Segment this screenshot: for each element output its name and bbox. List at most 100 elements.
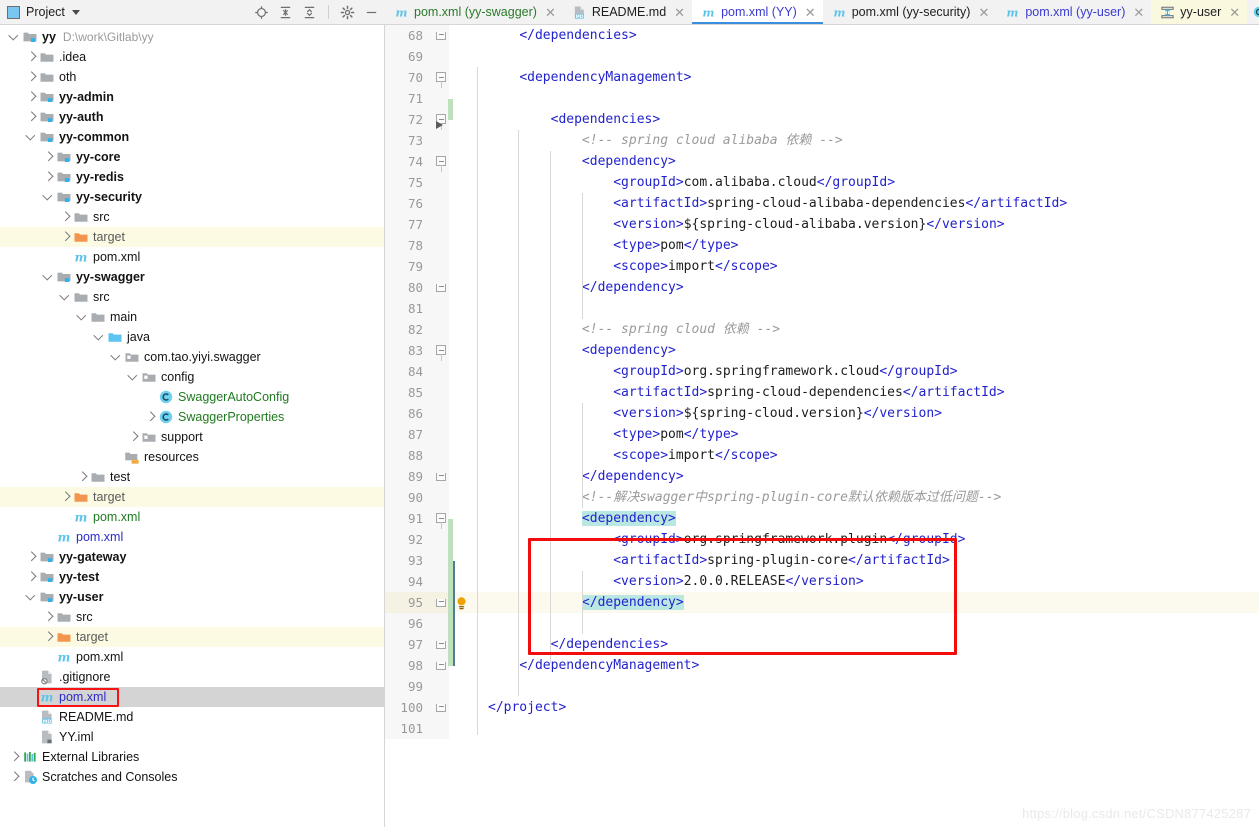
fold-gutter[interactable] (432, 235, 449, 256)
close-icon[interactable]: ✕ (674, 6, 685, 19)
tree-row[interactable]: MD README.md (0, 707, 384, 727)
minimize-icon[interactable] (364, 5, 379, 20)
fold-gutter[interactable] (432, 445, 449, 466)
fold-collapse-icon[interactable] (436, 72, 446, 94)
code-text[interactable]: </dependency> (477, 466, 1259, 487)
tree-row[interactable]: Scratches and Consoles (0, 767, 384, 787)
fold-gutter[interactable] (432, 571, 449, 592)
tree-row[interactable]: yy-auth (0, 107, 384, 127)
annotation-gutter[interactable] (449, 298, 477, 319)
code-line[interactable]: 73 <!-- spring cloud alibaba 依赖 --> (385, 130, 1259, 151)
editor-tab[interactable]: yy-user ✕ (1151, 0, 1248, 24)
fold-gutter[interactable] (432, 634, 449, 655)
tree-row[interactable]: test (0, 467, 384, 487)
fold-gutter[interactable] (432, 298, 449, 319)
fold-end-icon[interactable] (436, 32, 446, 40)
code-line[interactable]: 80 </dependency> (385, 277, 1259, 298)
fold-end-icon[interactable] (436, 641, 446, 649)
code-line[interactable]: 79 <scope>import</scope> (385, 256, 1259, 277)
annotation-gutter[interactable] (449, 130, 477, 151)
code-text[interactable]: <dependency> (477, 508, 1259, 529)
code-line[interactable]: 68 </dependencies> (385, 25, 1259, 46)
editor-tab[interactable]: m pom.xml (yy-security) ✕ (823, 0, 997, 24)
chevron-right-icon[interactable] (8, 771, 21, 784)
tree-row[interactable]: src (0, 607, 384, 627)
tree-row[interactable]: main (0, 307, 384, 327)
fold-gutter[interactable] (432, 172, 449, 193)
annotation-gutter[interactable] (449, 214, 477, 235)
tree-row[interactable]: yy-redis (0, 167, 384, 187)
code-line[interactable]: 96 (385, 613, 1259, 634)
annotation-gutter[interactable] (449, 67, 477, 88)
tree-row[interactable]: External Libraries (0, 747, 384, 767)
annotation-gutter[interactable] (449, 235, 477, 256)
code-line[interactable]: 83 <dependency> (385, 340, 1259, 367)
fold-gutter[interactable] (432, 592, 449, 613)
close-icon[interactable]: ✕ (1229, 6, 1240, 19)
code-line[interactable]: 86 <version>${spring-cloud.version}</ver… (385, 403, 1259, 424)
code-text[interactable]: <groupId>org.springframework.plugin</gro… (477, 529, 1259, 550)
expand-all-icon[interactable] (278, 5, 293, 20)
code-line[interactable]: 94 <version>2.0.0.RELEASE</version> (385, 571, 1259, 592)
tree-row[interactable]: yy-security (0, 187, 384, 207)
fold-gutter[interactable] (432, 529, 449, 550)
annotation-gutter[interactable] (449, 151, 477, 172)
code-text[interactable]: <artifactId>spring-cloud-alibaba-depende… (477, 193, 1259, 214)
code-line[interactable]: 93 <artifactId>spring-plugin-core</artif… (385, 550, 1259, 571)
code-text[interactable]: <!-- spring cloud 依赖 --> (477, 319, 1259, 340)
chevron-down-icon[interactable] (110, 351, 123, 364)
annotation-gutter[interactable] (449, 319, 477, 340)
chevron-right-icon[interactable] (42, 611, 55, 624)
fold-gutter[interactable] (432, 382, 449, 403)
tree-row[interactable]: m pom.xml (0, 687, 384, 707)
project-title-group[interactable]: Project (7, 5, 80, 19)
fold-gutter[interactable] (432, 466, 449, 487)
annotation-gutter[interactable] (449, 109, 477, 130)
tree-row[interactable]: yy-test (0, 567, 384, 587)
code-text[interactable]: <dependencies> (477, 109, 1259, 130)
fold-gutter[interactable] (432, 361, 449, 382)
editor-tab[interactable]: m pom.xml (YY) ✕ (692, 0, 823, 24)
tree-row[interactable]: .idea (0, 47, 384, 67)
fold-collapse-icon[interactable] (436, 156, 446, 178)
tree-row[interactable]: config (0, 367, 384, 387)
close-icon[interactable]: ✕ (978, 6, 989, 19)
close-icon[interactable]: ✕ (1133, 6, 1144, 19)
chevron-down-icon[interactable] (127, 371, 140, 384)
close-icon[interactable]: ✕ (805, 6, 816, 19)
fold-gutter[interactable] (432, 487, 449, 508)
fold-gutter[interactable] (432, 403, 449, 424)
chevron-down-icon[interactable] (71, 9, 80, 15)
tree-row[interactable]: yy-user (0, 587, 384, 607)
annotation-gutter[interactable] (449, 676, 477, 697)
tree-row[interactable]: m pom.xml (0, 507, 384, 527)
tree-row[interactable]: m pom.xml (0, 247, 384, 267)
code-line[interactable]: 101 (385, 718, 1259, 739)
code-line[interactable]: 92 <groupId>org.springframework.plugin</… (385, 529, 1259, 550)
code-text[interactable]: </dependency> (477, 277, 1259, 298)
code-line[interactable]: 75 <groupId>com.alibaba.cloud</groupId> (385, 172, 1259, 193)
collapse-all-icon[interactable] (302, 5, 317, 20)
code-line[interactable]: 89 </dependency> (385, 466, 1259, 487)
code-text[interactable]: <version>${spring-cloud-alibaba.version}… (477, 214, 1259, 235)
fold-end-icon[interactable] (436, 599, 446, 607)
chevron-right-icon[interactable] (25, 51, 38, 64)
tree-row[interactable]: yy-common (0, 127, 384, 147)
code-line[interactable]: 99 (385, 676, 1259, 697)
annotation-gutter[interactable] (449, 88, 477, 109)
code-line[interactable]: 77 <version>${spring-cloud-alibaba.versi… (385, 214, 1259, 235)
annotation-gutter[interactable] (449, 508, 477, 529)
annotation-gutter[interactable] (449, 445, 477, 466)
code-text[interactable]: <!-- spring cloud alibaba 依赖 --> (477, 130, 1259, 151)
code-line[interactable]: 71 (385, 88, 1259, 109)
code-text[interactable]: <dependency> (477, 151, 1259, 172)
code-text[interactable]: <dependency> (477, 340, 1259, 361)
chevron-down-icon[interactable] (25, 131, 38, 144)
code-text[interactable]: <version>${spring-cloud.version}</versio… (477, 403, 1259, 424)
chevron-right-icon[interactable] (127, 431, 140, 444)
code-line[interactable]: 100 </project> (385, 697, 1259, 718)
chevron-right-icon[interactable] (144, 411, 157, 424)
fold-gutter[interactable] (432, 25, 449, 46)
fold-gutter[interactable] (432, 718, 449, 739)
tree-row[interactable]: m pom.xml (0, 647, 384, 667)
